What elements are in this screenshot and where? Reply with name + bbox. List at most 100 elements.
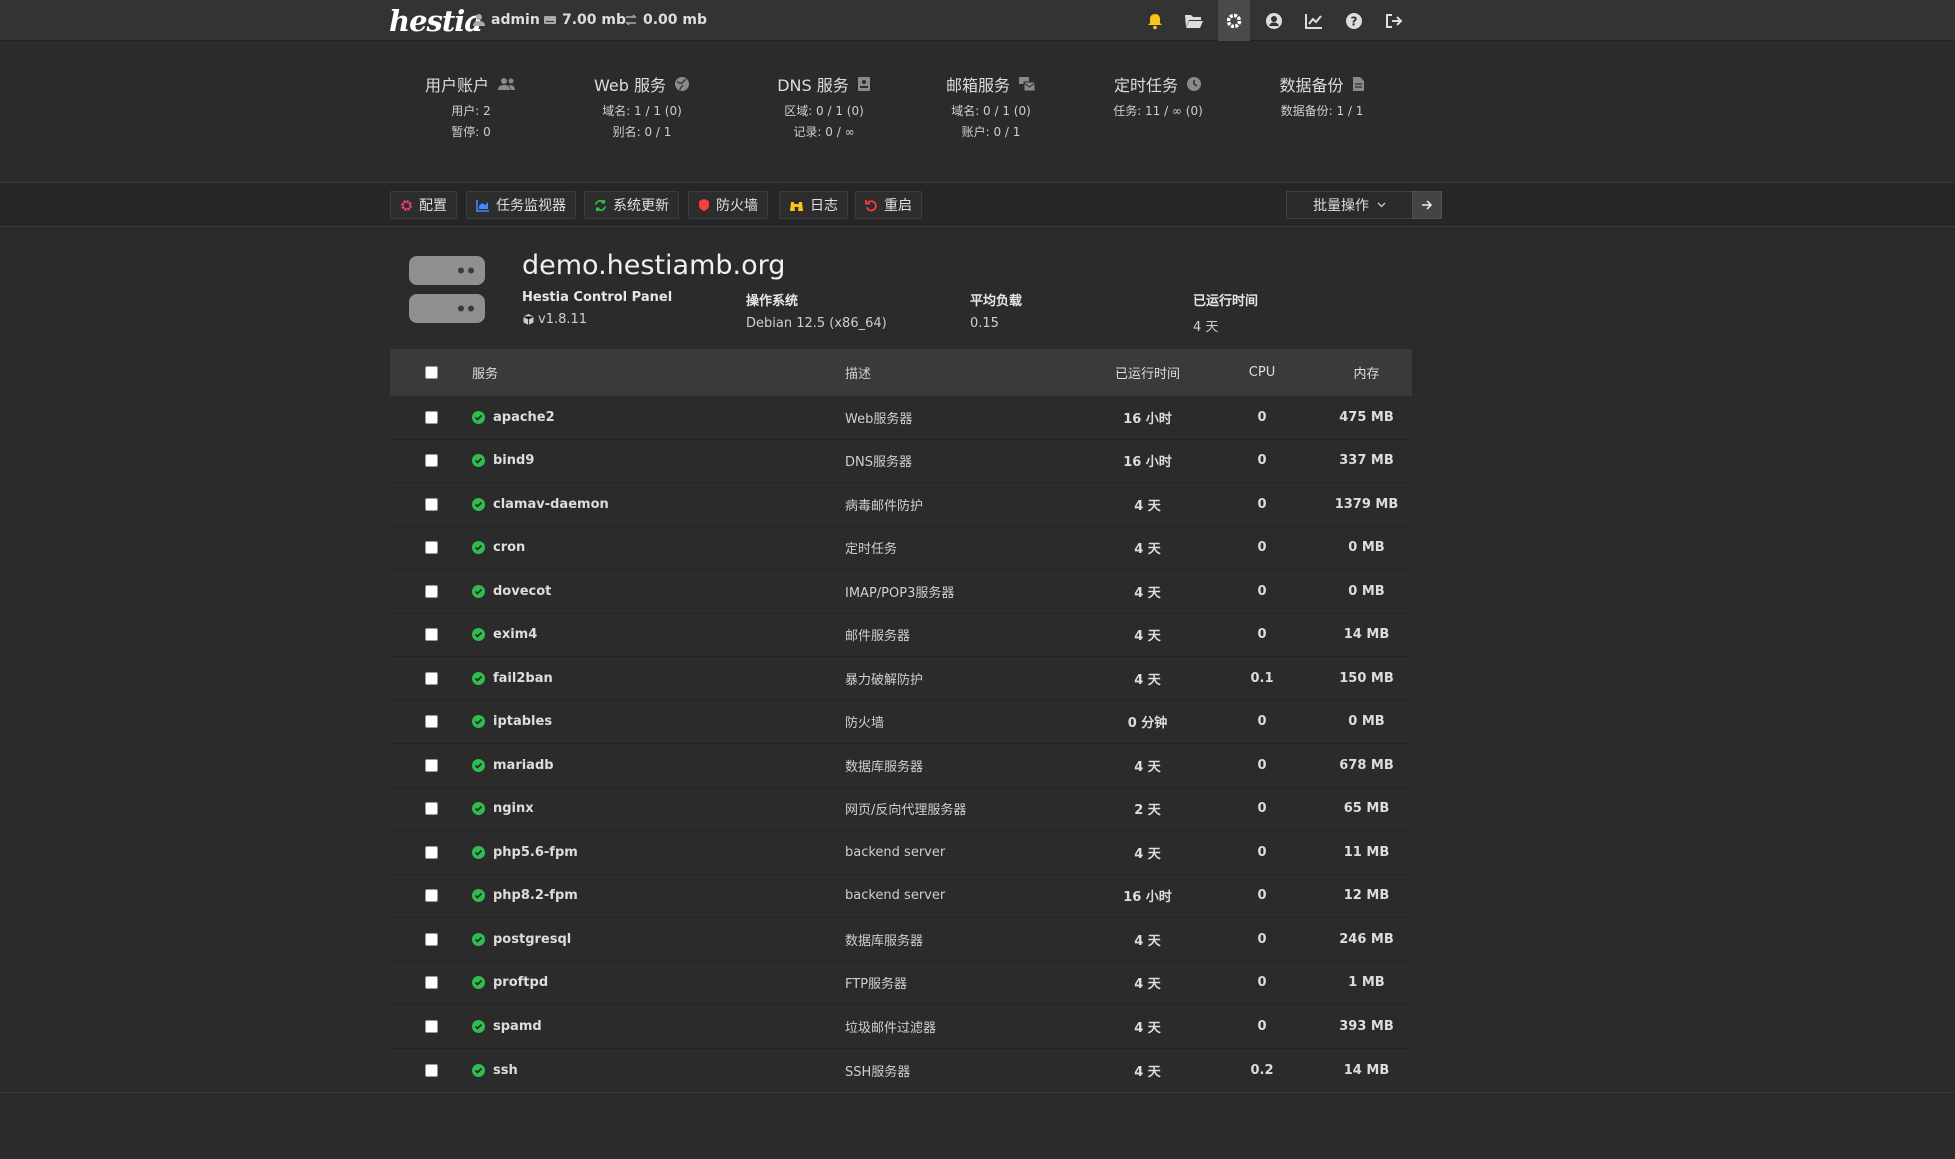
- service-name[interactable]: exim4: [493, 627, 537, 642]
- notifications-bell[interactable]: [1139, 6, 1171, 35]
- stat-dns[interactable]: DNS 服务 区域: 0 / 1 (0) 记录: 0 / ∞: [739, 72, 909, 140]
- stat-cron[interactable]: 定时任务 任务: 11 / ∞ (0): [1073, 72, 1243, 119]
- service-memory: 337 MB: [1339, 453, 1394, 469]
- service-memory: 0 MB: [1348, 583, 1385, 599]
- service-cpu: 0: [1257, 496, 1267, 512]
- service-cpu: 0: [1257, 888, 1267, 904]
- table-row[interactable]: mariadb 数据库服务器 4 天 0 678 MB: [390, 744, 1412, 788]
- row-checkbox[interactable]: [424, 802, 438, 816]
- header-description[interactable]: 描述: [845, 363, 1092, 382]
- table-row[interactable]: postgresql 数据库服务器 4 天 0 246 MB: [390, 918, 1412, 962]
- service-name[interactable]: cron: [493, 540, 525, 555]
- service-memory: 475 MB: [1339, 409, 1394, 425]
- table-row[interactable]: clamav-daemon 病毒邮件防护 4 天 0 1379 MB: [390, 483, 1412, 527]
- service-name[interactable]: postgresql: [493, 932, 571, 947]
- service-uptime: 4 天: [1134, 1020, 1161, 1036]
- row-checkbox[interactable]: [424, 1019, 438, 1033]
- status-ok-icon: [472, 932, 485, 946]
- services-table: 服务 描述 已运行时间 CPU 内存 apache2 Web服务器 16 小时 0 47…: [390, 349, 1412, 1092]
- table-row[interactable]: exim4 邮件服务器 4 天 0 14 MB: [390, 613, 1412, 657]
- service-uptime: 4 天: [1134, 629, 1161, 645]
- row-checkbox[interactable]: [424, 976, 438, 990]
- header-service[interactable]: 服务: [472, 363, 845, 382]
- firewall-button[interactable]: 防火墙: [688, 191, 768, 219]
- status-ok-icon: [472, 541, 485, 555]
- help-link[interactable]: ?: [1338, 6, 1370, 35]
- stat-web[interactable]: Web 服务 域名: 1 / 1 (0) 别名: 0 / 1: [557, 72, 727, 140]
- service-name[interactable]: dovecot: [493, 584, 551, 599]
- stat-backup[interactable]: 数据备份 数据备份: 1 / 1: [1237, 72, 1407, 119]
- row-checkbox[interactable]: [424, 1063, 438, 1077]
- header-uptime[interactable]: 已运行时间: [1092, 363, 1203, 382]
- os-label: 操作系统: [746, 294, 799, 309]
- service-name[interactable]: php5.6-fpm: [493, 845, 578, 860]
- service-cpu: 0: [1257, 453, 1267, 469]
- table-row[interactable]: nginx 网页/反向代理服务器 2 天 0 65 MB: [390, 787, 1412, 831]
- row-checkbox[interactable]: [424, 410, 438, 424]
- user-indicator[interactable]: admin: [472, 12, 540, 28]
- system-update-button[interactable]: 系统更新: [584, 191, 679, 219]
- header-memory[interactable]: 内存: [1321, 363, 1412, 382]
- row-checkbox[interactable]: [424, 845, 438, 859]
- row-checkbox[interactable]: [424, 715, 438, 729]
- row-checkbox[interactable]: [424, 932, 438, 946]
- logs-button[interactable]: 日志: [779, 191, 848, 219]
- service-name[interactable]: clamav-daemon: [493, 497, 609, 512]
- table-row[interactable]: iptables 防火墙 0 分钟 0 0 MB: [390, 700, 1412, 744]
- status-ok-icon: [472, 1019, 485, 1033]
- hestia-logo[interactable]: hestia: [389, 4, 483, 38]
- service-uptime: 4 天: [1134, 759, 1161, 775]
- task-monitor-button[interactable]: 任务监视器: [466, 191, 576, 219]
- table-row[interactable]: apache2 Web服务器 16 小时 0 475 MB: [390, 396, 1412, 440]
- restart-button[interactable]: 重启: [855, 191, 922, 219]
- table-row[interactable]: ssh SSH服务器 4 天 0.2 14 MB: [390, 1048, 1412, 1092]
- row-checkbox[interactable]: [424, 584, 438, 598]
- service-name[interactable]: mariadb: [493, 758, 554, 773]
- select-all-checkbox[interactable]: [424, 366, 438, 379]
- row-checkbox[interactable]: [424, 671, 438, 685]
- row-checkbox[interactable]: [424, 497, 438, 511]
- header-cpu[interactable]: CPU: [1203, 365, 1321, 380]
- row-checkbox[interactable]: [424, 628, 438, 642]
- service-cpu: 0: [1257, 583, 1267, 599]
- service-uptime: 0 分钟: [1127, 716, 1168, 732]
- table-row[interactable]: bind9 DNS服务器 16 小时 0 337 MB: [390, 439, 1412, 483]
- service-name[interactable]: bind9: [493, 453, 534, 468]
- file-manager-link[interactable]: [1178, 6, 1210, 35]
- service-name[interactable]: fail2ban: [493, 671, 553, 686]
- table-row[interactable]: fail2ban 暴力破解防护 4 天 0.1 150 MB: [390, 657, 1412, 701]
- stat-users[interactable]: 用户账户 用户: 2 暂停: 0: [386, 72, 556, 140]
- table-row[interactable]: proftpd FTP服务器 4 天 0 1 MB: [390, 961, 1412, 1005]
- configure-button[interactable]: 配置: [390, 191, 457, 219]
- service-uptime: 4 天: [1134, 585, 1161, 601]
- service-name[interactable]: apache2: [493, 410, 555, 425]
- logout-link[interactable]: [1378, 6, 1410, 35]
- service-name[interactable]: php8.2-fpm: [493, 888, 578, 903]
- firewall-label: 防火墙: [716, 198, 758, 214]
- service-name[interactable]: ssh: [493, 1063, 518, 1078]
- table-row[interactable]: php5.6-fpm backend server 4 天 0 11 MB: [390, 831, 1412, 875]
- row-checkbox[interactable]: [424, 454, 438, 468]
- row-checkbox[interactable]: [424, 541, 438, 555]
- status-ok-icon: [472, 845, 485, 859]
- row-checkbox[interactable]: [424, 758, 438, 772]
- bulk-action-select[interactable]: 批量操作: [1286, 191, 1413, 219]
- stat-mail[interactable]: 邮箱服务 域名: 0 / 1 (0) 账户: 0 / 1: [906, 72, 1076, 140]
- server-hostname: demo.hestiamb.org: [522, 250, 786, 281]
- service-name[interactable]: iptables: [493, 714, 552, 729]
- table-row[interactable]: cron 定时任务 4 天 0 0 MB: [390, 526, 1412, 570]
- exchange-icon: [625, 14, 637, 26]
- table-row[interactable]: spamd 垃圾邮件过滤器 4 天 0 393 MB: [390, 1005, 1412, 1049]
- service-memory: 246 MB: [1339, 931, 1394, 947]
- user-account-link[interactable]: [1258, 6, 1290, 35]
- table-row[interactable]: dovecot IMAP/POP3服务器 4 天 0 0 MB: [390, 570, 1412, 614]
- server-settings-link[interactable]: [1218, 0, 1250, 41]
- bulk-apply-button[interactable]: [1412, 191, 1442, 219]
- row-checkbox[interactable]: [424, 889, 438, 903]
- configure-label: 配置: [419, 198, 447, 214]
- statistics-link[interactable]: [1298, 6, 1330, 35]
- service-name[interactable]: spamd: [493, 1019, 542, 1034]
- service-name[interactable]: nginx: [493, 801, 534, 816]
- service-name[interactable]: proftpd: [493, 975, 548, 990]
- table-row[interactable]: php8.2-fpm backend server 16 小时 0 12 MB: [390, 874, 1412, 918]
